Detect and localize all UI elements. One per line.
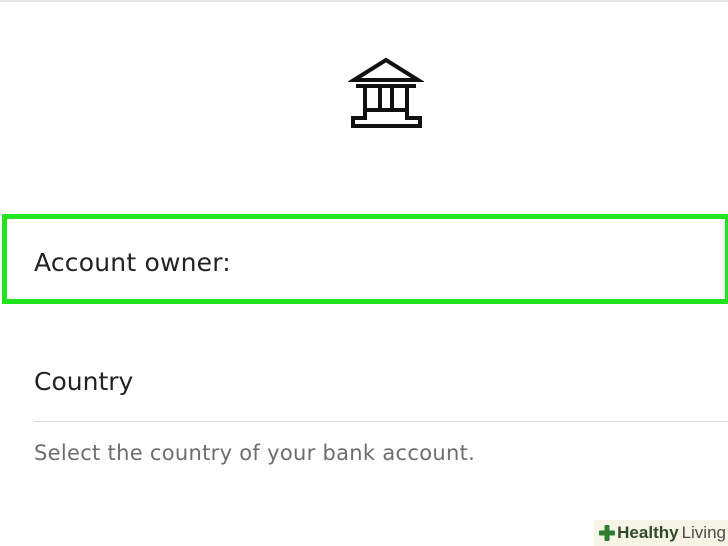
healthy-living-watermark: Healthy Living: [594, 520, 728, 546]
plus-icon: [599, 525, 616, 541]
country-field-underline[interactable]: [34, 421, 728, 422]
watermark-brand-bold: Healthy: [617, 523, 679, 542]
country-field-label: Country: [34, 367, 134, 396]
bank-icon: [348, 57, 424, 128]
country-helper-text: Select the country of your bank account.: [34, 441, 476, 465]
account-owner-label: Account owner:: [34, 248, 231, 277]
watermark-brand-light: Living: [681, 523, 726, 542]
top-divider: [0, 0, 728, 2]
